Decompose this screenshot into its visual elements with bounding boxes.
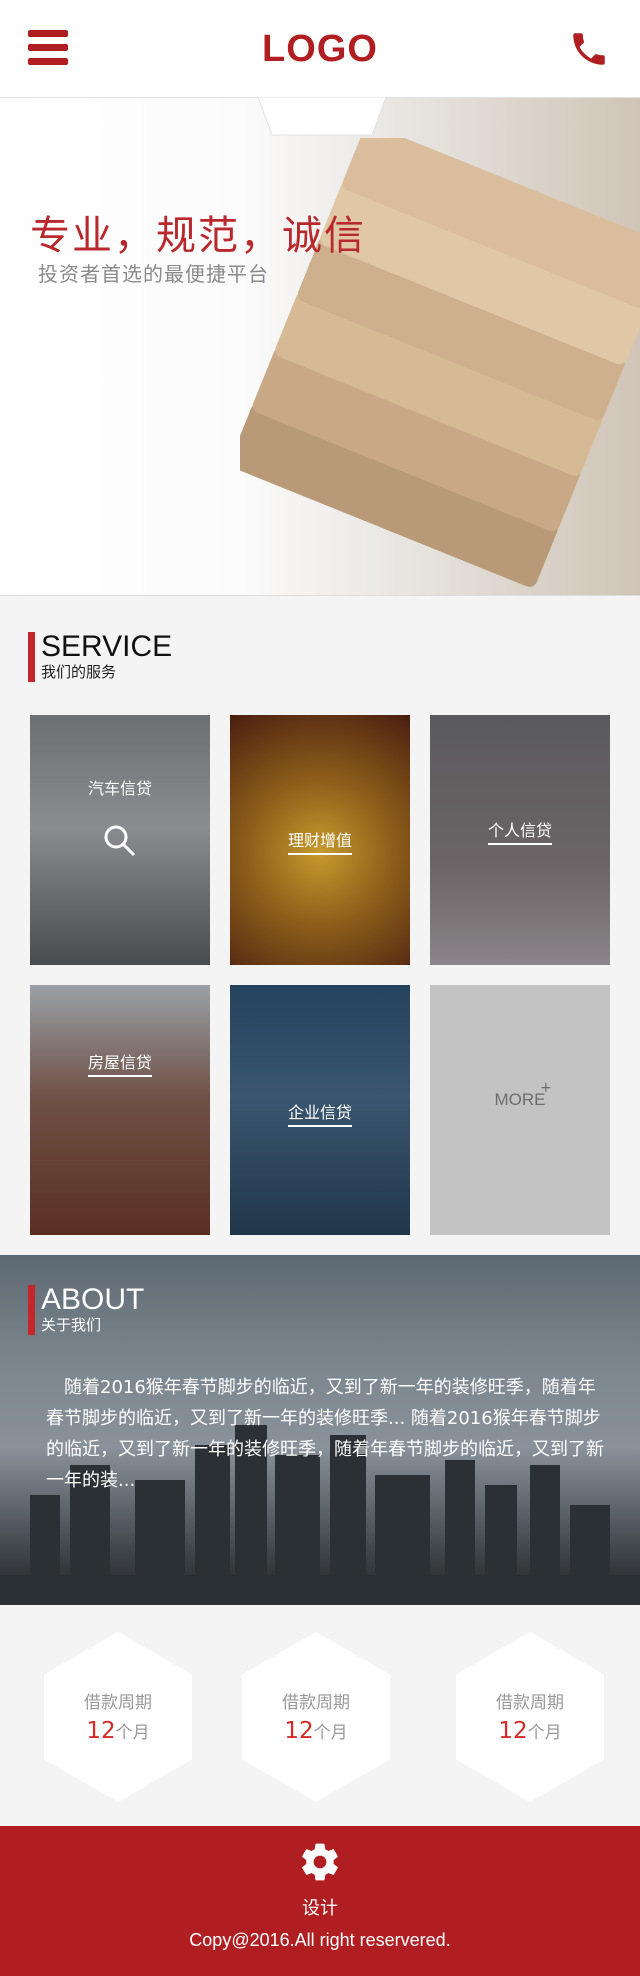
- copyright: Copy@2016.All right reservered.: [189, 1930, 451, 1950]
- service-label: 汽车信贷: [87, 779, 152, 798]
- stat-unit: 个月: [527, 1723, 562, 1743]
- about-heading-cn: 关于我们: [41, 1316, 102, 1334]
- service-tile-more[interactable]: MORE +: [430, 985, 610, 1235]
- stat-label: 借款周期: [282, 1693, 350, 1713]
- search-icon: [104, 825, 136, 857]
- gear-icon[interactable]: [298, 1840, 342, 1884]
- about-text: 随着2016猴年春节脚步的临近，又到了新一年的装修旺季，随着年春节脚步的临近，又…: [46, 1377, 604, 1491]
- service-label: 企业信贷: [287, 1103, 352, 1127]
- about-heading: ABOUT 关于我们: [28, 1285, 144, 1335]
- service-tile-enterprise-loan[interactable]: 企业信贷: [230, 985, 410, 1235]
- stat-unit: 个月: [313, 1723, 348, 1743]
- logo[interactable]: LOGO: [0, 28, 640, 71]
- service-tile-personal-loan[interactable]: 个人信贷: [430, 715, 610, 965]
- banner-subtitle: 投资者首选的最便捷平台: [38, 262, 269, 286]
- service-heading-en: SERVICE: [41, 630, 173, 663]
- more-label: MORE: [494, 1090, 546, 1109]
- service-heading: SERVICE 我们的服务: [28, 632, 172, 682]
- service-label: 房屋信贷: [87, 1053, 152, 1077]
- stat-unit: 个月: [115, 1723, 150, 1743]
- stat-item: 借款周期 12个月: [456, 1632, 604, 1802]
- about-heading-en: ABOUT: [41, 1283, 145, 1316]
- service-label: 个人信贷: [487, 821, 552, 845]
- service-tile-house-loan[interactable]: 房屋信贷: [30, 985, 210, 1235]
- header: LOGO: [0, 0, 640, 98]
- header-notch: [258, 97, 386, 136]
- footer: 设计 Copy@2016.All right reservered.: [0, 1826, 640, 1976]
- footer-label[interactable]: 设计: [0, 1894, 640, 1920]
- about-section: ABOUT 关于我们 随着2016猴年春节脚步的临近，又到了新一年的装修旺季，随…: [0, 1255, 640, 1605]
- stat-value: 12: [498, 1718, 528, 1744]
- banner-title: 专业，规范，诚信: [30, 213, 366, 259]
- stat-item: 借款周期 12个月: [44, 1632, 192, 1802]
- banner: 专业，规范，诚信 投资者首选的最便捷平台: [0, 98, 640, 596]
- service-tile-car-loan[interactable]: 汽车信贷: [30, 715, 210, 965]
- stat-label: 借款周期: [496, 1693, 564, 1713]
- phone-icon[interactable]: [568, 28, 610, 70]
- stat-value: 12: [284, 1718, 314, 1744]
- plus-icon: +: [540, 1080, 552, 1096]
- service-tile-wealth[interactable]: 理财增值: [230, 715, 410, 965]
- stat-item: 借款周期 12个月: [242, 1632, 390, 1802]
- stat-value: 12: [86, 1718, 116, 1744]
- stat-label: 借款周期: [84, 1693, 152, 1713]
- service-label: 理财增值: [287, 831, 352, 855]
- service-heading-cn: 我们的服务: [41, 663, 117, 681]
